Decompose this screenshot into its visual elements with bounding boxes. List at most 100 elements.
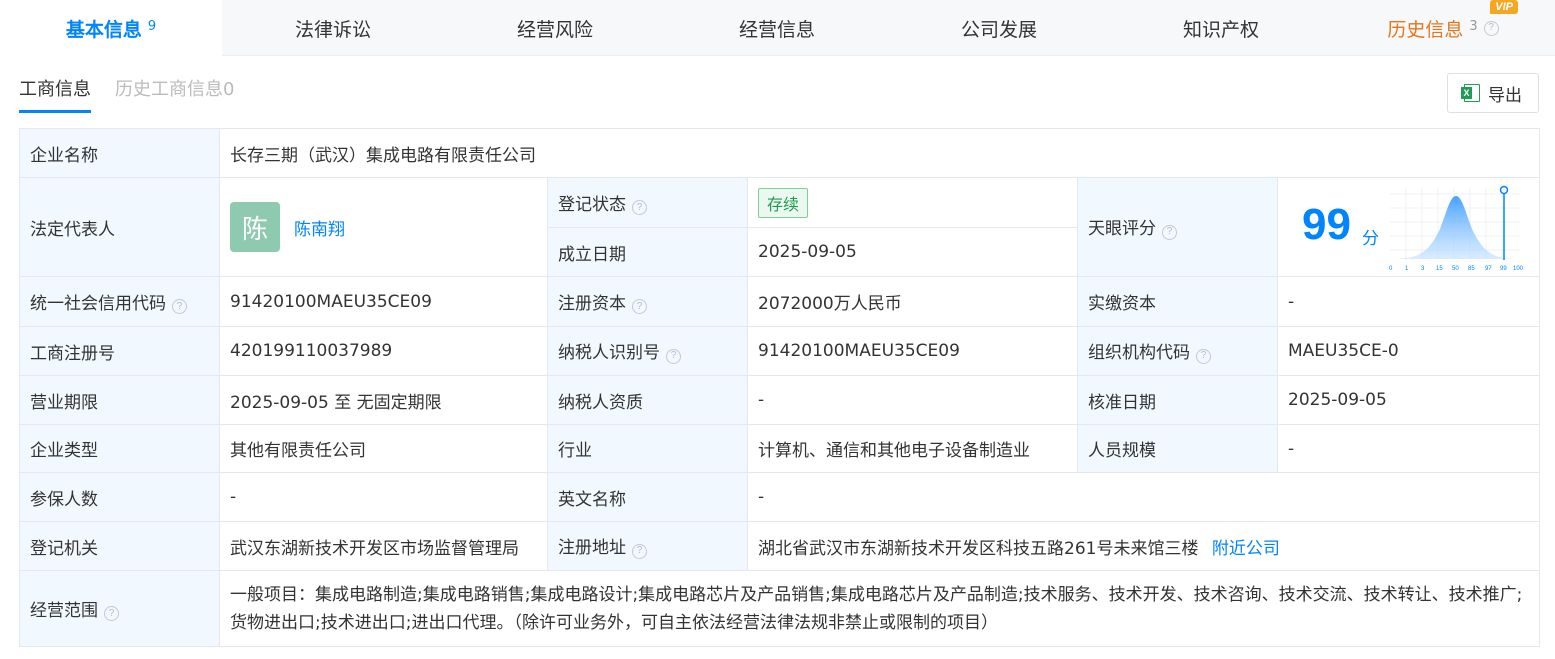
vip-badge: VIP (1490, 0, 1518, 14)
score-value: 99 (1302, 200, 1351, 249)
biz-reg-no: 420199110037989 (219, 326, 548, 376)
tab-label: 历史信息 (1387, 18, 1464, 41)
credit-code-label: 统一社会信用代码 (30, 293, 166, 314)
scope-label-cell: 经营范围? (19, 570, 220, 647)
term-label: 营业期限 (19, 375, 220, 425)
reg-status-label-cell: 登记状态? (547, 177, 748, 228)
subtab-history-business-info[interactable]: 历史工商信息0 (115, 74, 234, 113)
score-cell[interactable]: 99 分 0 1 3 15 50 85 97 99 100 (1276, 177, 1541, 277)
scope-label: 经营范围 (30, 600, 98, 621)
tick-label: 100 (1513, 266, 1524, 272)
tab-count: 3 (1469, 18, 1478, 34)
tab-development[interactable]: 公司发展 (888, 0, 1110, 56)
score-label: 天眼评分 (1088, 219, 1156, 240)
credit-code-label-cell: 统一社会信用代码? (19, 276, 220, 327)
help-icon[interactable]: ? (632, 543, 647, 559)
approval-date-label: 核准日期 (1077, 375, 1278, 425)
tab-label: 基本信息 (65, 18, 142, 41)
tab-risk[interactable]: 经营风险 (444, 0, 666, 56)
reg-address-cell: 湖北省武汉市东湖新技术开发区科技五路261号未来馆三楼 附近公司 (746, 521, 1541, 571)
taxpayer-id: 91420100MAEU35CE09 (747, 326, 1078, 376)
status-badge: 存续 (758, 187, 809, 218)
legal-rep-label: 法定代表人 (19, 177, 220, 277)
tick-label: 3 (1421, 266, 1425, 272)
help-icon[interactable]: ? (632, 299, 647, 315)
export-label: 导出 (1488, 85, 1522, 106)
approval-date: 2025-09-05 (1276, 375, 1541, 425)
table-row: 经营范围? 一般项目：集成电路制造;集成电路销售;集成电路设计;集成电路芯片及产… (19, 570, 1541, 647)
tick-label: 99 (1500, 266, 1507, 272)
help-icon[interactable]: ? (632, 200, 647, 216)
reg-authority-label: 登记机关 (19, 521, 220, 571)
org-code-label: 组织机构代码 (1088, 343, 1190, 364)
tab-label: 公司发展 (960, 18, 1037, 41)
insured: - (219, 472, 548, 522)
tick-label: 50 (1452, 266, 1459, 272)
staff-size-label: 人员规模 (1077, 424, 1278, 473)
subtab-business-info[interactable]: 工商信息 (19, 74, 91, 113)
excel-icon (1461, 84, 1480, 102)
tab-basic-info[interactable]: 基本信息 9 (0, 0, 222, 56)
reg-capital-label: 注册资本 (558, 293, 626, 314)
help-icon[interactable]: ? (1483, 20, 1499, 36)
tick-label: 0 (1389, 266, 1393, 272)
tab-label: 法律诉讼 (294, 18, 371, 41)
reg-capital-label-cell: 注册资本? (547, 276, 748, 327)
staff-size: - (1276, 424, 1541, 473)
reg-address-label-cell: 注册地址? (547, 521, 748, 571)
tab-operation[interactable]: 经营信息 (666, 0, 888, 56)
credit-code: 91420100MAEU35CE09 (219, 276, 548, 327)
company-name: 长存三期（武汉）集成电路有限责任公司 (218, 128, 1541, 178)
table-row: 统一社会信用代码? 91420100MAEU35CE09 注册资本? 20720… (19, 276, 1541, 327)
reg-address-label: 注册地址 (558, 538, 626, 559)
reg-status-cell: 存续 (747, 177, 1078, 228)
avatar[interactable]: 陈 (230, 202, 280, 252)
table-row: 企业类型 其他有限责任公司 行业 计算机、通信和其他电子设备制造业 人员规模 - (19, 424, 1541, 473)
english-name: - (746, 472, 1541, 522)
help-icon[interactable]: ? (104, 606, 119, 622)
legal-rep-link[interactable]: 陈南翔 (294, 215, 345, 240)
table-row: 参保人数 - 英文名称 - (19, 472, 1541, 522)
help-icon[interactable]: ? (1196, 348, 1211, 364)
tick-label: 85 (1468, 266, 1475, 272)
help-icon[interactable]: ? (666, 348, 681, 364)
help-icon[interactable]: ? (1162, 224, 1177, 240)
reg-status-label: 登记状态 (558, 194, 626, 215)
tab-label: 知识产权 (1182, 18, 1259, 41)
taxpayer-qual-label: 纳税人资质 (547, 375, 748, 425)
tab-legal[interactable]: 法律诉讼 (222, 0, 444, 56)
industry: 计算机、通信和其他电子设备制造业 (747, 424, 1078, 473)
table-row: 营业期限 2025-09-05 至 无固定期限 纳税人资质 - 核准日期 202… (19, 375, 1541, 425)
org-code: MAEU35CE-0 (1276, 326, 1541, 376)
biz-reg-no-label: 工商注册号 (19, 326, 220, 376)
tab-history[interactable]: 历史信息 3 ? VIP (1332, 0, 1554, 56)
reg-authority: 武汉东湖新技术开发区市场监督管理局 (219, 521, 548, 571)
table-row: 企业名称 长存三期（武汉）集成电路有限责任公司 (19, 128, 1541, 178)
nearby-companies-link[interactable]: 附近公司 (1212, 539, 1280, 559)
business-info-table: 企业名称 长存三期（武汉）集成电路有限责任公司 法定代表人 陈 陈南翔 登记状态… (19, 128, 1541, 647)
company-type-label: 企业类型 (19, 424, 220, 473)
tick-label: 97 (1485, 266, 1492, 272)
export-button[interactable]: 导出 (1447, 73, 1539, 113)
legal-rep-cell: 陈 陈南翔 (219, 177, 548, 277)
taxpayer-id-label-cell: 纳税人识别号? (547, 326, 748, 376)
table-row: 法定代表人 陈 陈南翔 登记状态? 存续 天眼评分? 99 分 0 1 3 15… (19, 177, 1541, 277)
axis-ticks: 0 1 3 15 50 85 97 99 100 (1389, 266, 1524, 272)
top-tab-bar: 基本信息 9 法律诉讼 经营风险 经营信息 公司发展 知识产权 历史信息 3 ?… (0, 0, 1555, 56)
taxpayer-qual: - (747, 375, 1078, 425)
taxpayer-id-label: 纳税人识别号 (558, 343, 660, 364)
table-row: 登记机关 武汉东湖新技术开发区市场监督管理局 注册地址? 湖北省武汉市东湖新技术… (19, 521, 1541, 571)
help-icon[interactable]: ? (172, 299, 187, 315)
found-date-label: 成立日期 (547, 227, 748, 277)
tab-ip[interactable]: 知识产权 (1110, 0, 1332, 56)
tab-count: 9 (147, 18, 157, 34)
company-type: 其他有限责任公司 (219, 424, 548, 473)
found-date: 2025-09-05 (747, 227, 1078, 277)
org-code-label-cell: 组织机构代码? (1077, 326, 1278, 376)
paid-capital-label: 实缴资本 (1077, 276, 1278, 327)
business-scope: 一般项目：集成电路制造;集成电路销售;集成电路设计;集成电路芯片及产品销售;集成… (218, 570, 1541, 647)
paid-capital: - (1276, 276, 1541, 327)
score-label-cell: 天眼评分? (1077, 177, 1278, 277)
location-pin-icon (1499, 185, 1509, 195)
tick-label: 15 (1436, 266, 1443, 272)
